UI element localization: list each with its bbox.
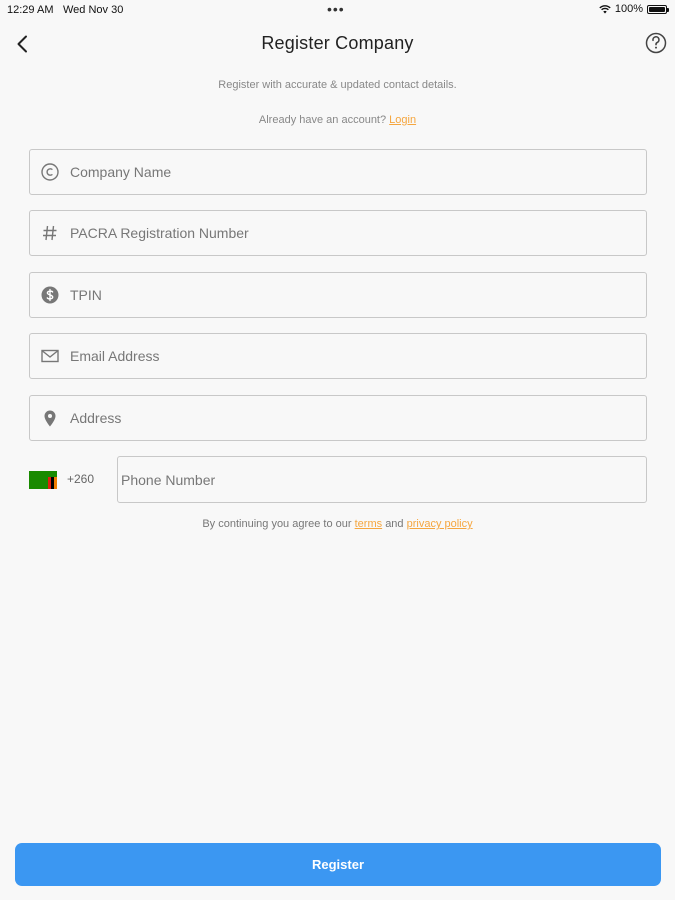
- envelope-icon: [40, 346, 60, 366]
- terms-link[interactable]: terms: [355, 518, 383, 530]
- phone-number-field[interactable]: [117, 456, 647, 503]
- email-field[interactable]: [29, 333, 647, 379]
- phone-row: +260: [29, 456, 647, 503]
- login-link[interactable]: Login: [389, 114, 416, 126]
- page-title: Register Company: [261, 33, 414, 53]
- zambia-flag-icon[interactable]: [29, 471, 57, 489]
- question-circle-icon: [645, 32, 667, 54]
- address-input[interactable]: [70, 396, 646, 440]
- privacy-policy-link[interactable]: privacy policy: [407, 518, 473, 530]
- status-bar: 12:29 AM Wed Nov 30 ••• 100%: [0, 0, 675, 20]
- login-prompt: Already have an account? Login: [0, 114, 675, 126]
- status-right: 100%: [599, 3, 669, 15]
- address-field[interactable]: [29, 395, 647, 441]
- company-name-input[interactable]: [70, 150, 646, 194]
- terms-notice: By continuing you agree to our terms and…: [0, 518, 675, 530]
- location-pin-icon: [40, 408, 60, 428]
- hash-icon: [40, 223, 60, 243]
- navigation-bar: Register Company: [0, 28, 675, 60]
- register-button[interactable]: Register: [15, 843, 661, 886]
- phone-number-input[interactable]: [121, 457, 646, 502]
- company-name-field[interactable]: [29, 149, 647, 195]
- dial-code[interactable]: +260: [67, 472, 94, 486]
- help-button[interactable]: [645, 32, 667, 54]
- battery-percent: 100%: [614, 3, 643, 15]
- dollar-circle-icon: [40, 285, 60, 305]
- pacra-field[interactable]: [29, 210, 647, 256]
- status-time: 12:29 AM: [7, 4, 54, 16]
- subtitle: Register with accurate & updated contact…: [218, 79, 457, 91]
- battery-fill: [649, 6, 665, 12]
- copyright-icon: [40, 162, 60, 182]
- terms-and: and: [385, 518, 404, 530]
- status-date: Wed Nov 30: [63, 4, 124, 16]
- email-input[interactable]: [70, 334, 646, 378]
- tpin-input[interactable]: [70, 273, 646, 317]
- terms-prefix: By continuing you agree to our: [202, 518, 352, 530]
- tpin-field[interactable]: [29, 272, 647, 318]
- battery-icon: [647, 4, 669, 14]
- wifi-icon: [599, 5, 611, 14]
- multitasking-dots-icon[interactable]: •••: [327, 1, 345, 17]
- pacra-input[interactable]: [70, 211, 646, 255]
- login-prompt-text: Already have an account?: [258, 114, 387, 126]
